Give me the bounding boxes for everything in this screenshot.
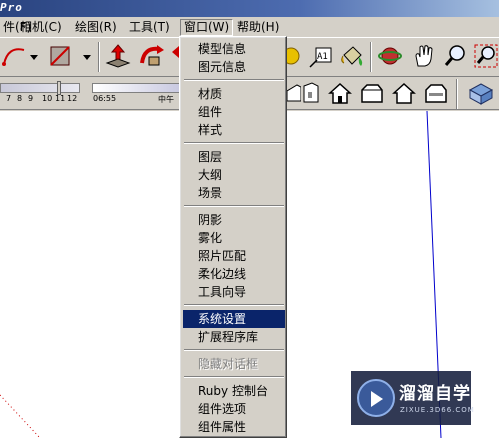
menu-item-scenes[interactable]: 场景 bbox=[183, 184, 285, 202]
zoom-window-button[interactable] bbox=[472, 42, 499, 70]
time-label: 06:55 bbox=[93, 94, 117, 103]
menu-item-entity-info[interactable]: 图元信息 bbox=[183, 58, 285, 76]
menu-item-components[interactable]: 组件 bbox=[183, 103, 285, 121]
view-bottom-button[interactable] bbox=[422, 79, 450, 107]
month-tick: 11 bbox=[55, 94, 66, 103]
arc-dropdown-arrow[interactable] bbox=[30, 55, 38, 60]
menu-item-instructor[interactable]: 工具向导 bbox=[183, 283, 285, 301]
text-tool-label: A1 bbox=[317, 52, 328, 62]
menu-item-styles[interactable]: 样式 bbox=[183, 121, 285, 139]
xray-style-button[interactable] bbox=[466, 79, 494, 107]
menu-separator bbox=[184, 205, 284, 207]
month-tick: 12 bbox=[67, 94, 78, 103]
view-right-button[interactable] bbox=[297, 79, 325, 107]
xray-box-icon bbox=[468, 83, 493, 105]
rectangle-icon bbox=[50, 46, 70, 66]
month-tick: 8 bbox=[17, 94, 23, 103]
pan-button[interactable] bbox=[410, 42, 438, 70]
menu-draw[interactable]: 绘图(R) bbox=[72, 19, 120, 36]
menu-camera[interactable]: 相机(C) bbox=[17, 19, 65, 36]
shadow-date-thumb[interactable] bbox=[57, 81, 61, 95]
menu-bar: 件(F) 相机(C) 绘图(R) 工具(T) 窗口(W) 帮助(H) bbox=[0, 17, 499, 37]
orbit-button[interactable] bbox=[376, 42, 404, 70]
window-menu-dropdown: 模型信息 图元信息 材质 组件 样式 图层 大纲 场景 阴影 雾化 照片匹配 柔… bbox=[179, 36, 287, 438]
arc-tool-button[interactable] bbox=[0, 42, 28, 70]
menu-item-preferences[interactable]: 系统设置 bbox=[183, 310, 285, 328]
toolbar-separator bbox=[370, 42, 372, 72]
menu-item-materials[interactable]: 材质 bbox=[183, 85, 285, 103]
follow-me-icon bbox=[140, 45, 164, 66]
paint-bucket-icon bbox=[341, 46, 363, 66]
menu-item-shadows[interactable]: 阴影 bbox=[183, 211, 285, 229]
month-tick: 7 bbox=[6, 94, 12, 103]
menu-separator bbox=[184, 304, 284, 306]
push-pull-icon bbox=[105, 44, 131, 68]
orbit-icon bbox=[378, 47, 402, 65]
rectangle-tool-button[interactable] bbox=[46, 42, 74, 70]
follow-me-button[interactable] bbox=[138, 42, 166, 70]
view-back-button[interactable] bbox=[358, 79, 386, 107]
paint-bucket-button[interactable] bbox=[338, 42, 366, 70]
menu-item-match-photo[interactable]: 照片匹配 bbox=[183, 247, 285, 265]
month-tick: 10 bbox=[42, 94, 53, 103]
house-back-icon bbox=[361, 84, 383, 103]
push-pull-button[interactable] bbox=[104, 42, 132, 70]
house-bottom-icon bbox=[425, 84, 447, 103]
magnifier-icon bbox=[444, 45, 465, 66]
menu-separator bbox=[184, 349, 284, 351]
menu-separator bbox=[184, 376, 284, 378]
month-tick: 9 bbox=[28, 94, 34, 103]
watermark-title: 溜溜自学 bbox=[399, 384, 471, 404]
tape-measure-icon bbox=[287, 47, 300, 65]
shadow-date-slider[interactable] bbox=[0, 83, 80, 93]
menu-item-hide-dialogs: 隐藏对话框 bbox=[198, 357, 259, 371]
menu-help[interactable]: 帮助(H) bbox=[234, 19, 282, 36]
house-side-icon bbox=[303, 82, 319, 103]
menu-item-model-info[interactable]: 模型信息 bbox=[183, 40, 285, 58]
view-front-button[interactable] bbox=[326, 79, 354, 107]
toolbar-separator bbox=[456, 79, 458, 109]
menu-item-fog[interactable]: 雾化 bbox=[183, 229, 285, 247]
play-triangle-icon bbox=[371, 391, 383, 407]
menu-item-ruby-console[interactable]: Ruby 控制台 bbox=[183, 382, 285, 400]
menu-item-component-attributes[interactable]: 组件属性 bbox=[183, 418, 285, 436]
zoom-button[interactable] bbox=[442, 42, 470, 70]
menu-separator bbox=[184, 79, 284, 81]
title-bar: Pro bbox=[0, 0, 499, 17]
house-front-icon bbox=[328, 82, 352, 104]
text-tool-button[interactable]: A1 bbox=[306, 42, 334, 70]
watermark-url: ZIXUE.3D66.COM bbox=[400, 406, 475, 414]
menu-separator bbox=[184, 142, 284, 144]
arc-icon bbox=[2, 48, 25, 66]
rectangle-dropdown-arrow[interactable] bbox=[83, 55, 91, 60]
menu-tools[interactable]: 工具(T) bbox=[126, 19, 173, 36]
zoom-window-icon bbox=[474, 44, 498, 68]
watermark-overlay: 溜溜自学 ZIXUE.3D66.COM bbox=[351, 371, 474, 425]
toolbar-separator bbox=[98, 42, 100, 72]
hand-icon bbox=[415, 45, 433, 67]
window-title: Pro bbox=[0, 1, 23, 14]
shadow-time-slider[interactable] bbox=[92, 83, 182, 93]
menu-item-layers[interactable]: 图层 bbox=[183, 148, 285, 166]
menu-item-soften-edges[interactable]: 柔化边线 bbox=[183, 265, 285, 283]
text-icon: A1 bbox=[309, 47, 332, 68]
view-left-button[interactable] bbox=[390, 79, 418, 107]
house-left-icon bbox=[392, 82, 416, 104]
menu-item-outliner[interactable]: 大纲 bbox=[183, 166, 285, 184]
tape-measure-button[interactable] bbox=[287, 42, 301, 70]
red-axis-dotted-line bbox=[0, 394, 41, 438]
noon-label: 中午 bbox=[158, 95, 174, 104]
menu-window[interactable]: 窗口(W) bbox=[180, 19, 234, 36]
menu-item-extension-warehouse[interactable]: 扩展程序库 bbox=[183, 328, 285, 346]
menu-item-component-options[interactable]: 组件选项 bbox=[183, 400, 285, 418]
